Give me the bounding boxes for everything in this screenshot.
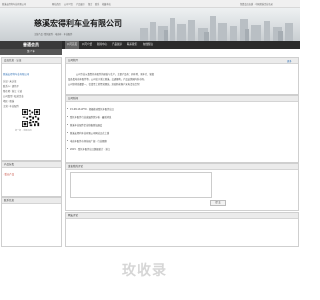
top-bar-company: 慈溪宏得利车业有限公司 <box>2 3 27 6</box>
profile-field-5: 地区: 慈溪 <box>3 100 15 103</box>
submit-button[interactable]: 提 交 <box>210 200 226 206</box>
profile-field-6: 主营: 车业配件 <box>3 105 19 108</box>
header-banner: 慈溪宏得利车业有限公司 主营产品: 摩托配件 · 电动车 · 车业配件 <box>0 8 300 41</box>
nav-about[interactable]: 公司介绍 <box>80 41 94 49</box>
news-item[interactable]: 2015 · 摩托车配件出口数据统计 · 浙江 <box>66 147 110 151</box>
news-item[interactable]: 慈溪车业配件企业积极参加展会 <box>66 123 102 127</box>
news-item[interactable]: 慈溪宏得利车业有限公司网站正式上线 <box>66 131 109 135</box>
contact-box-title: 联系信息 <box>2 198 61 204</box>
contact-box: 联系信息 <box>1 197 62 247</box>
qr-caption: 扫一扫 · 手机访问 <box>15 130 32 132</box>
intro-box: 公司简介 <box>65 57 299 95</box>
nav-home[interactable]: 公司首页 <box>65 41 79 49</box>
company-title: 慈溪宏得利车业有限公司 <box>34 18 122 28</box>
profile-field-3: 所在地: 浙江 宁波 <box>3 90 23 93</box>
profile-field-1: 认证: 未认证 <box>3 80 17 83</box>
intro-box-title: 公司简介 <box>66 58 298 64</box>
profile-box-title: 会员信息 · 认证 <box>2 58 61 64</box>
message-textarea[interactable] <box>70 172 212 198</box>
message-box-title: 发表我的评论 <box>66 164 298 170</box>
news-item[interactable]: 15-08-16 WTO · 积极推动摩托车配件出口 <box>66 107 114 111</box>
nav-contact[interactable]: 联系我们 <box>125 41 139 49</box>
top-bar: 慈溪宏得利车业有限公司 网站首页 公司介绍 产品展示 留言 联系 收藏本站 免费… <box>0 0 300 8</box>
member-years-label: 第 7 年 <box>0 49 62 55</box>
nav-message[interactable]: 在线留言 <box>140 41 156 49</box>
top-link-favorite[interactable]: 收藏本站 <box>102 2 111 6</box>
qr-code-image <box>22 109 40 127</box>
top-link-message[interactable]: 留言 <box>88 2 92 6</box>
top-link-contact[interactable]: 联系 <box>95 2 99 6</box>
member-level-label: 普通会员 <box>0 41 62 49</box>
news-item[interactable]: 电动车配件市场前景广阔 · 行业观察 <box>67 139 107 143</box>
comments-box: 网友评论 <box>65 212 299 247</box>
category-item[interactable]: · 暂无产品 <box>3 172 14 176</box>
nav-products[interactable]: 产品展示 <box>110 41 124 49</box>
intro-text-line-3: 公司坚持质量第一、信誉至上的经营理念，欢迎新老客户来电洽谈合作！ <box>68 83 142 86</box>
profile-company-link[interactable]: 慈溪宏得利车业有限公司 <box>3 72 29 76</box>
news-box: 公司新闻 <box>65 95 299 163</box>
intro-text-line-1: 公司专业从事摩托车配件的研发与生产，主要产品有：刹车蹄、刹车片、轮毂 <box>76 73 155 76</box>
categories-box-title: 产品分类 <box>2 162 61 168</box>
news-item[interactable]: 摩托车配件行业发展趋势分析 · 最新消息 <box>66 115 111 119</box>
top-bar-right[interactable]: 免费会员店铺 · 中国慈溪企业名录 <box>240 2 273 6</box>
profile-field-2: 联系人: 胡伟平 <box>3 85 19 88</box>
categories-box: 产品分类 <box>1 161 62 197</box>
top-link-home[interactable]: 网站首页 <box>52 2 61 6</box>
profile-field-4: 公司类型: 私营企业 <box>3 95 24 98</box>
intro-text-line-2: 及各类电动车配件等。公司位于浙江慈溪，交通便利，产品远销国内外市场。 <box>68 78 147 81</box>
top-link-products[interactable]: 产品展示 <box>76 2 85 6</box>
comments-box-title: 网友评论 <box>66 213 298 219</box>
watermark-logo: 玫收录 <box>122 263 167 279</box>
main-nav: 普通会员 公司首页 公司介绍 新闻中心 产品展示 联系我们 在线留言 <box>0 41 300 49</box>
intro-more-link[interactable]: 更多 <box>287 59 292 63</box>
company-subtitle: 主营产品: 摩托配件 · 电动车 · 车业配件 <box>34 33 73 36</box>
nav-news[interactable]: 新闻中心 <box>95 41 109 49</box>
top-link-about[interactable]: 公司介绍 <box>64 2 73 6</box>
news-box-title: 公司新闻 <box>66 96 298 102</box>
